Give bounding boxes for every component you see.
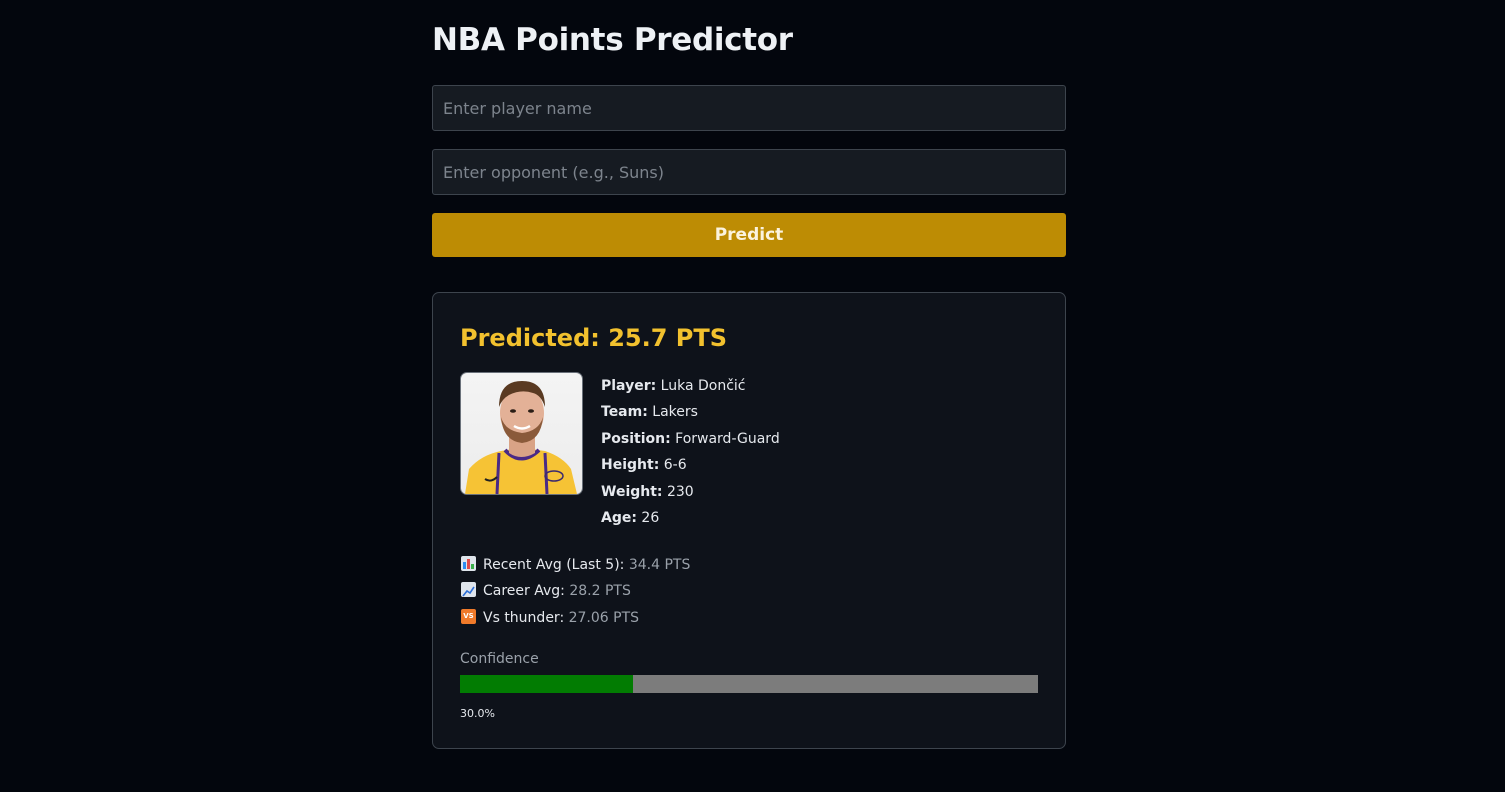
- player-label: Player:: [601, 378, 657, 394]
- vs-opponent-label: Vs thunder:: [483, 609, 565, 626]
- vs-opponent-row: VS Vs thunder: 27.06 PTS: [461, 605, 690, 631]
- player-name: Luka Dončić: [660, 378, 746, 394]
- career-avg-label: Career Avg:: [483, 583, 565, 600]
- age-row: Age: 26: [601, 505, 780, 531]
- position-label: Position:: [601, 430, 671, 447]
- team-label: Team:: [601, 404, 648, 421]
- player-info: Player: Luka Dončić Team: Lakers Positio…: [601, 373, 780, 531]
- height-row: Height: 6-6: [601, 452, 780, 478]
- predicted-points: Predicted: 25.7 PTS: [460, 324, 728, 352]
- prediction-card: Predicted: 25.7 PTS Player: Luka Dončić …: [432, 292, 1066, 749]
- predict-button[interactable]: Predict: [432, 213, 1066, 257]
- bar-chart-icon: [461, 556, 476, 571]
- age-value: 26: [641, 510, 660, 527]
- page-title: NBA Points Predictor: [432, 22, 793, 58]
- career-avg-row: Career Avg: 28.2 PTS: [461, 578, 690, 604]
- confidence-bar-fill: [460, 675, 634, 693]
- height-label: Height:: [601, 457, 660, 474]
- vs-icon: VS: [461, 608, 476, 624]
- position-value: Forward-Guard: [675, 430, 780, 447]
- player-name-input[interactable]: [432, 85, 1066, 131]
- confidence-percent: 30.0%: [460, 707, 495, 720]
- recent-avg-label: Recent Avg (Last 5):: [483, 557, 625, 573]
- confidence-bar: [460, 675, 1038, 693]
- weight-label: Weight:: [601, 483, 663, 500]
- weight-row: Weight: 230: [601, 479, 780, 505]
- position-row: Position: Forward-Guard: [601, 426, 780, 452]
- stats-list: Recent Avg (Last 5): 34.4 PTS Career Avg…: [461, 552, 690, 631]
- career-avg-value: 28.2 PTS: [569, 583, 631, 600]
- age-label: Age:: [601, 510, 637, 527]
- chart-increasing-icon: [461, 582, 476, 598]
- player-name-row: Player: Luka Dončić: [601, 373, 780, 399]
- player-headshot-image: [460, 372, 583, 495]
- recent-avg-row: Recent Avg (Last 5): 34.4 PTS: [461, 552, 690, 578]
- weight-value: 230: [666, 483, 694, 500]
- recent-avg-value: 34.4 PTS: [628, 557, 691, 573]
- opponent-input[interactable]: [432, 149, 1066, 195]
- height-value: 6-6: [663, 457, 687, 474]
- player-headshot-icon: [465, 381, 577, 494]
- confidence-label: Confidence: [460, 651, 539, 667]
- team-row: Team: Lakers: [601, 399, 780, 425]
- vs-opponent-value: 27.06 PTS: [568, 609, 640, 626]
- team-value: Lakers: [652, 404, 698, 421]
